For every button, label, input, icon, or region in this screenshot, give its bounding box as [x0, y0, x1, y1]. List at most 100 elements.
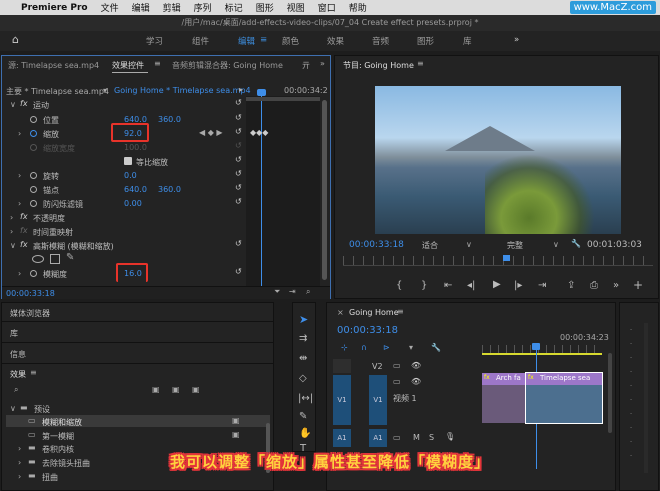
menu-window[interactable]: 窗口 — [318, 1, 336, 14]
workspace-learn[interactable]: 学习 — [146, 35, 163, 47]
zoom-icon[interactable]: ⌕ — [306, 287, 310, 297]
app-name-menu[interactable]: Premiere Pro — [21, 3, 88, 13]
a1-source-patch[interactable]: A1 — [333, 429, 351, 447]
menu-view[interactable]: 视图 — [287, 1, 305, 14]
v2-track-label[interactable]: V2 — [372, 362, 383, 371]
keyframe-nav-icon[interactable]: ◀ ◆ ▶ — [199, 128, 223, 137]
workspace-menu-icon[interactable]: ≡ — [260, 35, 267, 45]
expand-arrow-icon[interactable]: ∨ — [10, 100, 16, 109]
hand-tool-icon[interactable]: ✋ — [299, 428, 311, 439]
chevron-down-icon[interactable]: ∨ — [466, 240, 472, 249]
play-icon[interactable]: ▸ — [239, 85, 243, 94]
menu-edit[interactable]: 编辑 — [132, 1, 150, 14]
razor-tool-icon[interactable]: ◇ — [299, 373, 307, 384]
rectangle-mask-icon[interactable] — [50, 254, 60, 264]
pen-mask-icon[interactable]: ✎ — [66, 252, 74, 263]
tab-source[interactable]: 源: Timelapse sea.mp4 — [8, 60, 99, 71]
stopwatch-icon[interactable] — [30, 186, 37, 193]
timeline-timecode[interactable]: 00:00:33:18 — [337, 325, 398, 336]
workspace-effects[interactable]: 效果 — [327, 35, 344, 47]
solo-button[interactable]: S — [429, 433, 434, 442]
slip-tool-icon[interactable]: |↔| — [298, 393, 313, 404]
mute-button[interactable]: M — [413, 433, 420, 442]
stopwatch-icon[interactable] — [30, 172, 37, 179]
program-title[interactable]: 节目: Going Home — [343, 60, 414, 71]
stopwatch-icon[interactable] — [30, 200, 37, 207]
menu-graphics[interactable]: 图形 — [256, 1, 274, 14]
go-to-out-icon[interactable]: ⇥ — [538, 280, 546, 291]
tab-audio-mixer[interactable]: 音频剪辑混合器: Going Home — [172, 60, 283, 71]
track-select-tool-icon[interactable]: ⇉ — [299, 333, 307, 344]
timeline-ruler[interactable] — [482, 345, 602, 353]
menu-sequence[interactable]: 序列 — [194, 1, 212, 14]
clip-timelapse-sea[interactable]: fx Timelapse sea — [525, 372, 603, 424]
expand-arrow-icon[interactable]: › — [18, 269, 21, 278]
timeline-vscroll[interactable] — [608, 353, 612, 433]
marker-icon[interactable]: ▾ — [409, 343, 413, 352]
reset-icon[interactable]: ↺ — [235, 98, 242, 107]
fit-dropdown[interactable]: 适合 — [422, 240, 438, 251]
quality-dropdown[interactable]: 完整 — [507, 240, 523, 251]
sync-lock-icon[interactable]: ▭ — [393, 361, 401, 370]
sequence-clip-label[interactable]: Going Home * Timelapse sea.mp4 — [114, 86, 251, 95]
menu-clip[interactable]: 剪辑 — [163, 1, 181, 14]
filter-icon[interactable]: ⏷ — [274, 287, 280, 297]
antiflicker-value[interactable]: 0.00 — [124, 199, 142, 208]
chevron-down-icon[interactable]: ∨ — [553, 240, 559, 249]
accelerated-effects-icon[interactable]: ▣ — [152, 385, 160, 394]
reset-icon[interactable]: ↺ — [235, 267, 242, 276]
ec-playhead[interactable] — [261, 90, 262, 286]
menu-icon[interactable]: ≡ — [30, 368, 37, 377]
menu-icon[interactable]: ≡ — [417, 59, 424, 68]
play-icon[interactable]: ▶ — [493, 279, 501, 290]
ec-playhead-handle[interactable] — [257, 89, 266, 96]
reset-icon[interactable]: ↺ — [235, 239, 242, 248]
tab-info[interactable]: 信息 — [10, 349, 26, 360]
anchor-y-value[interactable]: 360.0 — [158, 185, 181, 194]
tab-overflow[interactable]: 亓 — [302, 60, 310, 71]
expand-arrow-icon[interactable]: ∨ — [10, 241, 16, 250]
workspace-graphics[interactable]: 图形 — [417, 35, 434, 47]
reset-icon[interactable]: ↺ — [235, 127, 242, 136]
linked-selection-icon[interactable]: ∩ — [361, 343, 367, 352]
program-ruler[interactable] — [343, 256, 653, 266]
selection-tool-icon[interactable]: ➤ — [299, 313, 308, 326]
program-playhead[interactable] — [503, 255, 510, 261]
reset-icon[interactable]: ↺ — [235, 169, 242, 178]
stopwatch-icon[interactable] — [30, 270, 37, 277]
workspace-editing[interactable]: 编辑 — [238, 35, 255, 47]
tab-effects[interactable]: 效果 — [10, 369, 26, 380]
sync-lock-icon[interactable]: ▭ — [393, 377, 401, 386]
tab-libraries[interactable]: 库 — [10, 328, 18, 339]
workspace-color[interactable]: 颜色 — [282, 35, 299, 47]
search-icon[interactable]: ⌕ — [14, 385, 18, 395]
wrench-icon[interactable]: 🔧 — [571, 239, 581, 248]
expand-arrow-icon[interactable]: › — [18, 171, 21, 180]
snap-icon[interactable]: ⊹ — [341, 343, 348, 352]
close-icon[interactable]: × — [337, 308, 344, 317]
wrench-icon[interactable]: 🔧 — [431, 343, 441, 352]
preset-item-selected[interactable]: 模糊和缩放 — [42, 417, 82, 428]
mark-out-icon[interactable]: } — [421, 280, 427, 291]
menu-icon[interactable]: ≡ — [154, 59, 161, 68]
menu-help[interactable]: 帮助 — [349, 1, 367, 14]
position-y-value[interactable]: 360.0 — [158, 115, 181, 124]
menu-file[interactable]: 文件 — [101, 1, 119, 14]
workspace-audio[interactable]: 音频 — [372, 35, 389, 47]
eye-icon[interactable]: 👁 — [411, 377, 421, 386]
pen-tool-icon[interactable]: ✎ — [299, 411, 307, 422]
more-workspaces-icon[interactable]: » — [514, 35, 519, 45]
lift-icon[interactable]: ⇪ — [567, 280, 575, 291]
work-area-bar[interactable] — [482, 353, 602, 355]
clip-arch[interactable]: fx Arch fa — [482, 373, 526, 423]
stopwatch-icon[interactable] — [30, 130, 37, 137]
master-clip-label[interactable]: 主要 * Timelapse sea.mp4 — [6, 86, 109, 97]
step-forward-icon[interactable]: |▸ — [514, 280, 522, 291]
anchor-x-value[interactable]: 640.0 — [124, 185, 147, 194]
preset-item-2[interactable]: 第一模糊 — [42, 431, 74, 442]
folder-distort[interactable]: 扭曲 — [42, 472, 58, 483]
v1-source-patch[interactable]: V1 — [333, 375, 351, 425]
program-timecode[interactable]: 00:00:33:18 — [349, 240, 404, 250]
mark-in-icon[interactable]: { — [396, 280, 402, 291]
presets-folder-label[interactable]: 预设 — [34, 404, 50, 415]
